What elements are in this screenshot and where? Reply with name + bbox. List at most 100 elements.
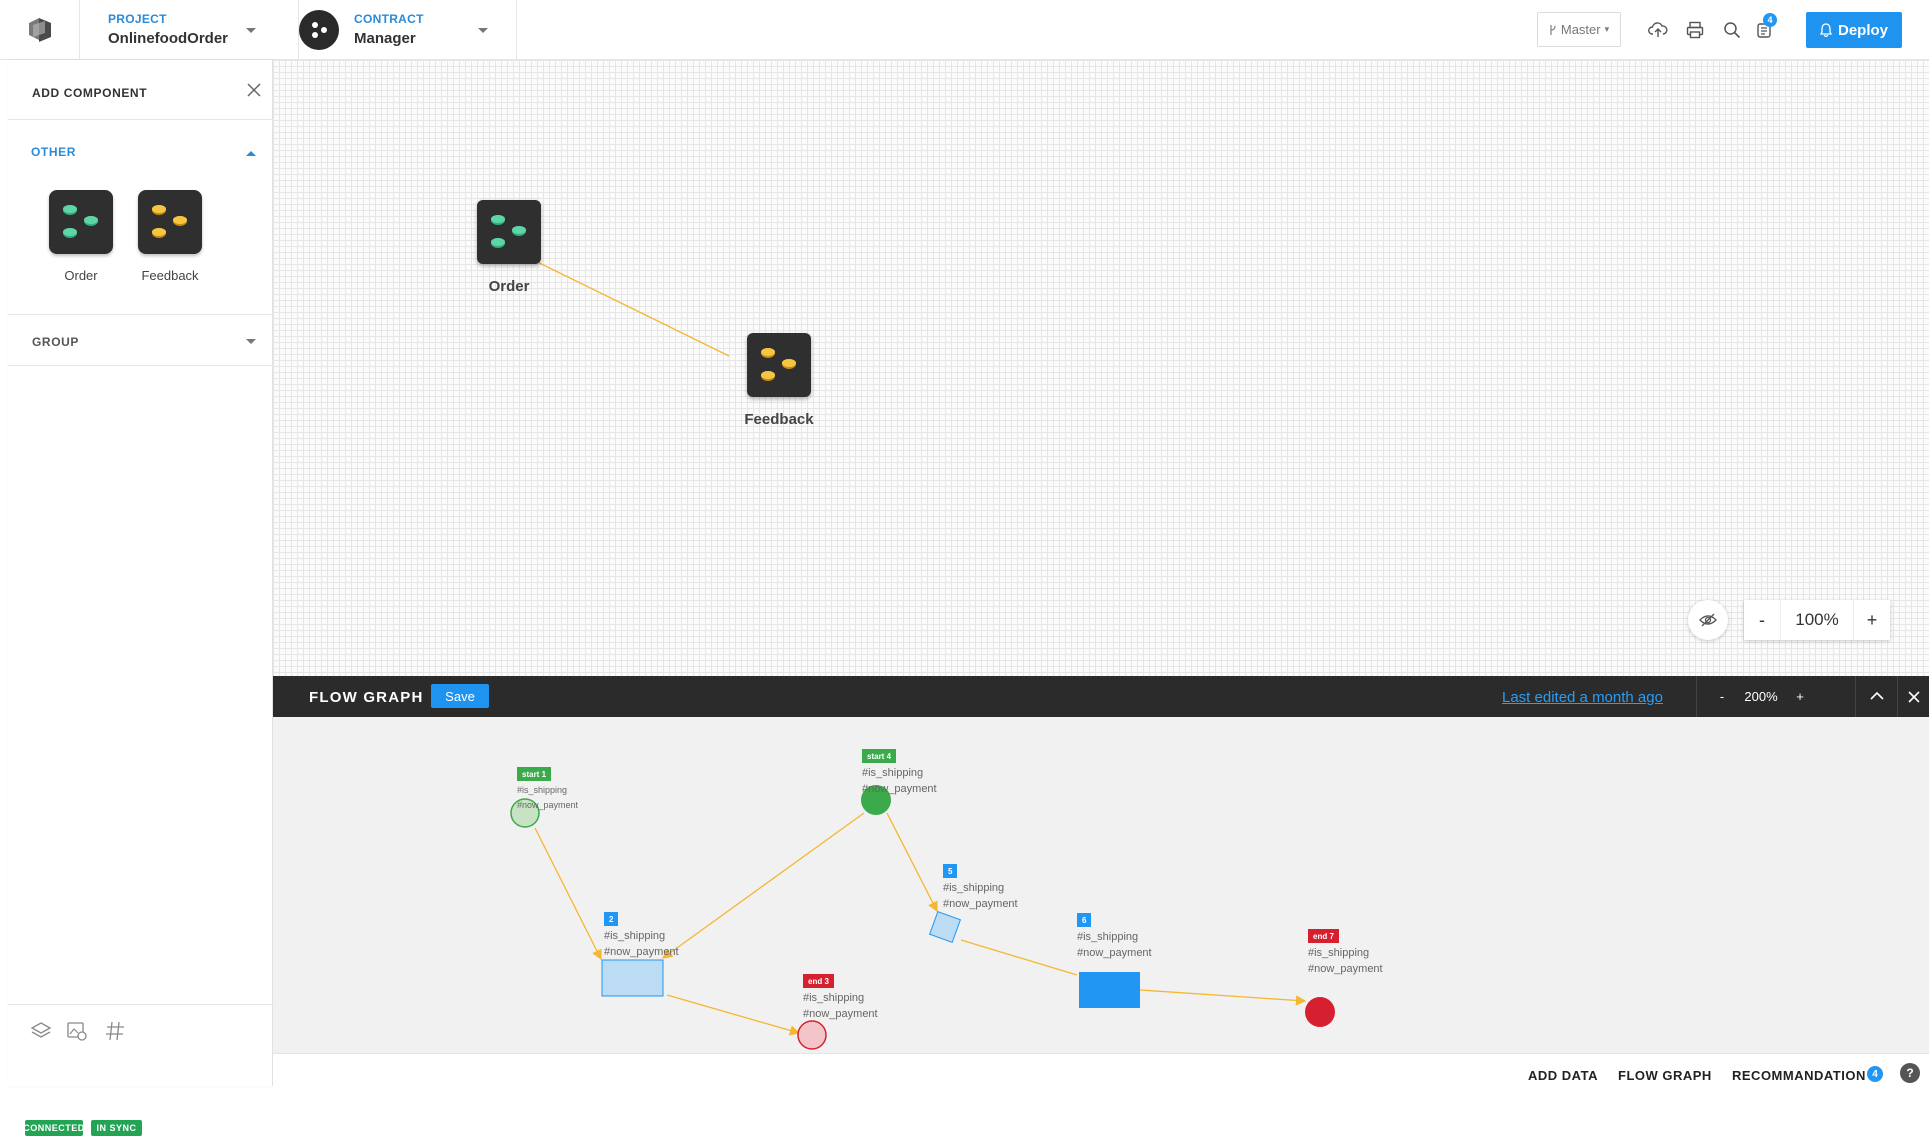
eye-slash-icon xyxy=(1699,613,1717,627)
canvas-node-order-label: Order xyxy=(488,278,530,295)
chevron-down-icon xyxy=(246,339,256,344)
canvas-node-feedback[interactable]: Feedback xyxy=(724,333,834,428)
flow-graph-save-button[interactable]: Save xyxy=(431,684,489,708)
node-var-2: #now_payment xyxy=(1308,963,1383,975)
feedback-node-icon xyxy=(747,333,811,397)
help-button[interactable]: ? xyxy=(1900,1063,1920,1083)
node-var-2: #now_payment xyxy=(943,898,1018,910)
sidebar-title: ADD COMPONENT xyxy=(32,86,148,100)
edge-6-7 xyxy=(1139,989,1307,1006)
contract-avatar-icon xyxy=(299,10,339,50)
branch-label: Master xyxy=(1560,22,1601,37)
project-name: OnlinefoodOrder xyxy=(108,30,228,47)
node-tag-end-3: end 3 xyxy=(803,974,834,988)
node-tag-6: 6 xyxy=(1077,913,1092,927)
print-icon[interactable] xyxy=(1683,18,1707,42)
flow-zoom-in-button[interactable]: + xyxy=(1787,689,1813,704)
edge-2-3 xyxy=(666,994,801,1036)
project-caption: PROJECT xyxy=(108,12,167,26)
flow-graph-area[interactable]: start 1 #is_shipping #now_payment 2 #is_… xyxy=(273,717,1929,1053)
chevron-up-icon[interactable] xyxy=(1869,690,1885,702)
visibility-toggle-button[interactable] xyxy=(1688,600,1728,640)
image-settings-icon[interactable] xyxy=(66,1020,88,1042)
add-data-button[interactable]: ADD DATA xyxy=(1528,1068,1598,1083)
flow-graph-title: FLOW GRAPH xyxy=(309,689,424,706)
top-bar: PROJECT OnlinefoodOrder CONTRACT Manager… xyxy=(0,0,1929,60)
end-node-3[interactable] xyxy=(797,1020,827,1050)
node-var-2: #now_payment xyxy=(803,1008,878,1020)
sidebar-divider xyxy=(8,1004,273,1005)
flow-zoom-out-button[interactable]: - xyxy=(1709,689,1735,704)
divider xyxy=(1897,676,1898,717)
project-selector[interactable]: PROJECT OnlinefoodOrder xyxy=(80,0,299,60)
node-text-4: #is_shipping #now_payment xyxy=(862,765,937,797)
order-node-icon xyxy=(477,200,541,264)
chevron-up-icon xyxy=(246,151,256,156)
cube-logo-icon xyxy=(28,18,51,42)
node-text-5: #is_shipping #now_payment xyxy=(943,880,1018,912)
zoom-level: 100% xyxy=(1780,600,1854,640)
task-node-2[interactable] xyxy=(601,959,664,997)
gateway-node-5[interactable] xyxy=(928,910,962,944)
app-logo[interactable] xyxy=(0,0,80,60)
sync-status-badge: IN SYNC xyxy=(91,1120,142,1136)
task-node-6[interactable] xyxy=(1079,972,1140,1008)
cloud-upload-icon[interactable] xyxy=(1646,18,1670,42)
section-other-label: OTHER xyxy=(31,145,76,159)
feedback-component-icon xyxy=(138,190,202,254)
canvas-node-order[interactable]: Order xyxy=(454,200,564,295)
recommendation-count-badge: 4 xyxy=(1867,1066,1883,1082)
search-icon[interactable] xyxy=(1720,18,1744,42)
end-node-7[interactable] xyxy=(1305,997,1335,1027)
section-other-toggle[interactable]: OTHER xyxy=(8,120,273,174)
close-icon[interactable] xyxy=(246,82,262,98)
canvas-zoom-control: - 100% + xyxy=(1744,600,1890,640)
component-order-label: Order xyxy=(64,268,98,283)
edge-4-5 xyxy=(886,812,938,913)
node-var-1: #is_shipping xyxy=(943,882,1005,894)
node-var-2: #now_payment xyxy=(1077,947,1152,959)
recommendation-button[interactable]: RECOMMANDATION xyxy=(1732,1068,1866,1083)
node-var-1: #is_shipping xyxy=(1308,947,1370,959)
last-edited-link[interactable]: Last edited a month ago xyxy=(1502,689,1663,706)
branch-icon xyxy=(1550,24,1556,35)
edge-4-2 xyxy=(661,812,865,959)
grid-hash-icon[interactable] xyxy=(104,1020,126,1042)
deploy-button[interactable]: Deploy xyxy=(1806,12,1902,48)
node-text-2: #is_shipping #now_payment xyxy=(604,928,679,960)
node-text-3: #is_shipping #now_payment xyxy=(803,990,878,1022)
chevron-down-icon xyxy=(246,28,256,33)
node-var-1: #is_shipping xyxy=(1077,931,1139,943)
design-canvas[interactable]: Order Feedback - 100% + xyxy=(273,60,1929,676)
node-var-1: #is_shipping xyxy=(803,992,865,1004)
node-var-1: #is_shipping xyxy=(862,767,924,779)
flow-graph-tab-button[interactable]: FLOW GRAPH xyxy=(1618,1068,1712,1083)
bell-icon xyxy=(1819,23,1832,37)
flow-zoom-level: 200% xyxy=(1744,688,1778,704)
component-order[interactable]: Order xyxy=(36,190,126,283)
close-icon[interactable] xyxy=(1907,690,1921,704)
node-var-1: #is_shipping xyxy=(517,785,568,795)
flow-graph-zoom-control: - 200% + xyxy=(1709,684,1813,708)
divider xyxy=(1855,676,1856,717)
sidebar-header: ADD COMPONENT xyxy=(8,60,273,120)
chevron-down-icon xyxy=(478,28,488,33)
zoom-out-button[interactable]: - xyxy=(1744,610,1780,631)
section-group-toggle[interactable]: GROUP xyxy=(8,314,273,366)
chevron-down-icon: ▾ xyxy=(1604,24,1610,34)
branch-selector-button[interactable]: Master ▾ xyxy=(1537,12,1621,47)
contract-selector[interactable]: CONTRACT Manager xyxy=(299,0,517,60)
component-feedback[interactable]: Feedback xyxy=(125,190,215,283)
zoom-in-button[interactable]: + xyxy=(1854,610,1890,631)
layers-icon[interactable] xyxy=(30,1020,52,1042)
canvas-node-feedback-label: Feedback xyxy=(744,411,814,428)
edge-1-2 xyxy=(534,827,602,961)
node-text-1: #is_shipping #now_payment xyxy=(517,783,578,813)
edge-5-6 xyxy=(960,939,1078,976)
component-feedback-label: Feedback xyxy=(141,268,199,283)
contract-caption: CONTRACT xyxy=(354,12,424,26)
node-var-2: #now_payment xyxy=(517,800,579,810)
node-text-7: #is_shipping #now_payment xyxy=(1308,945,1383,977)
node-var-2: #now_payment xyxy=(862,783,937,795)
bottom-bar: ADD DATA FLOW GRAPH RECOMMANDATION 4 ? xyxy=(273,1053,1929,1092)
